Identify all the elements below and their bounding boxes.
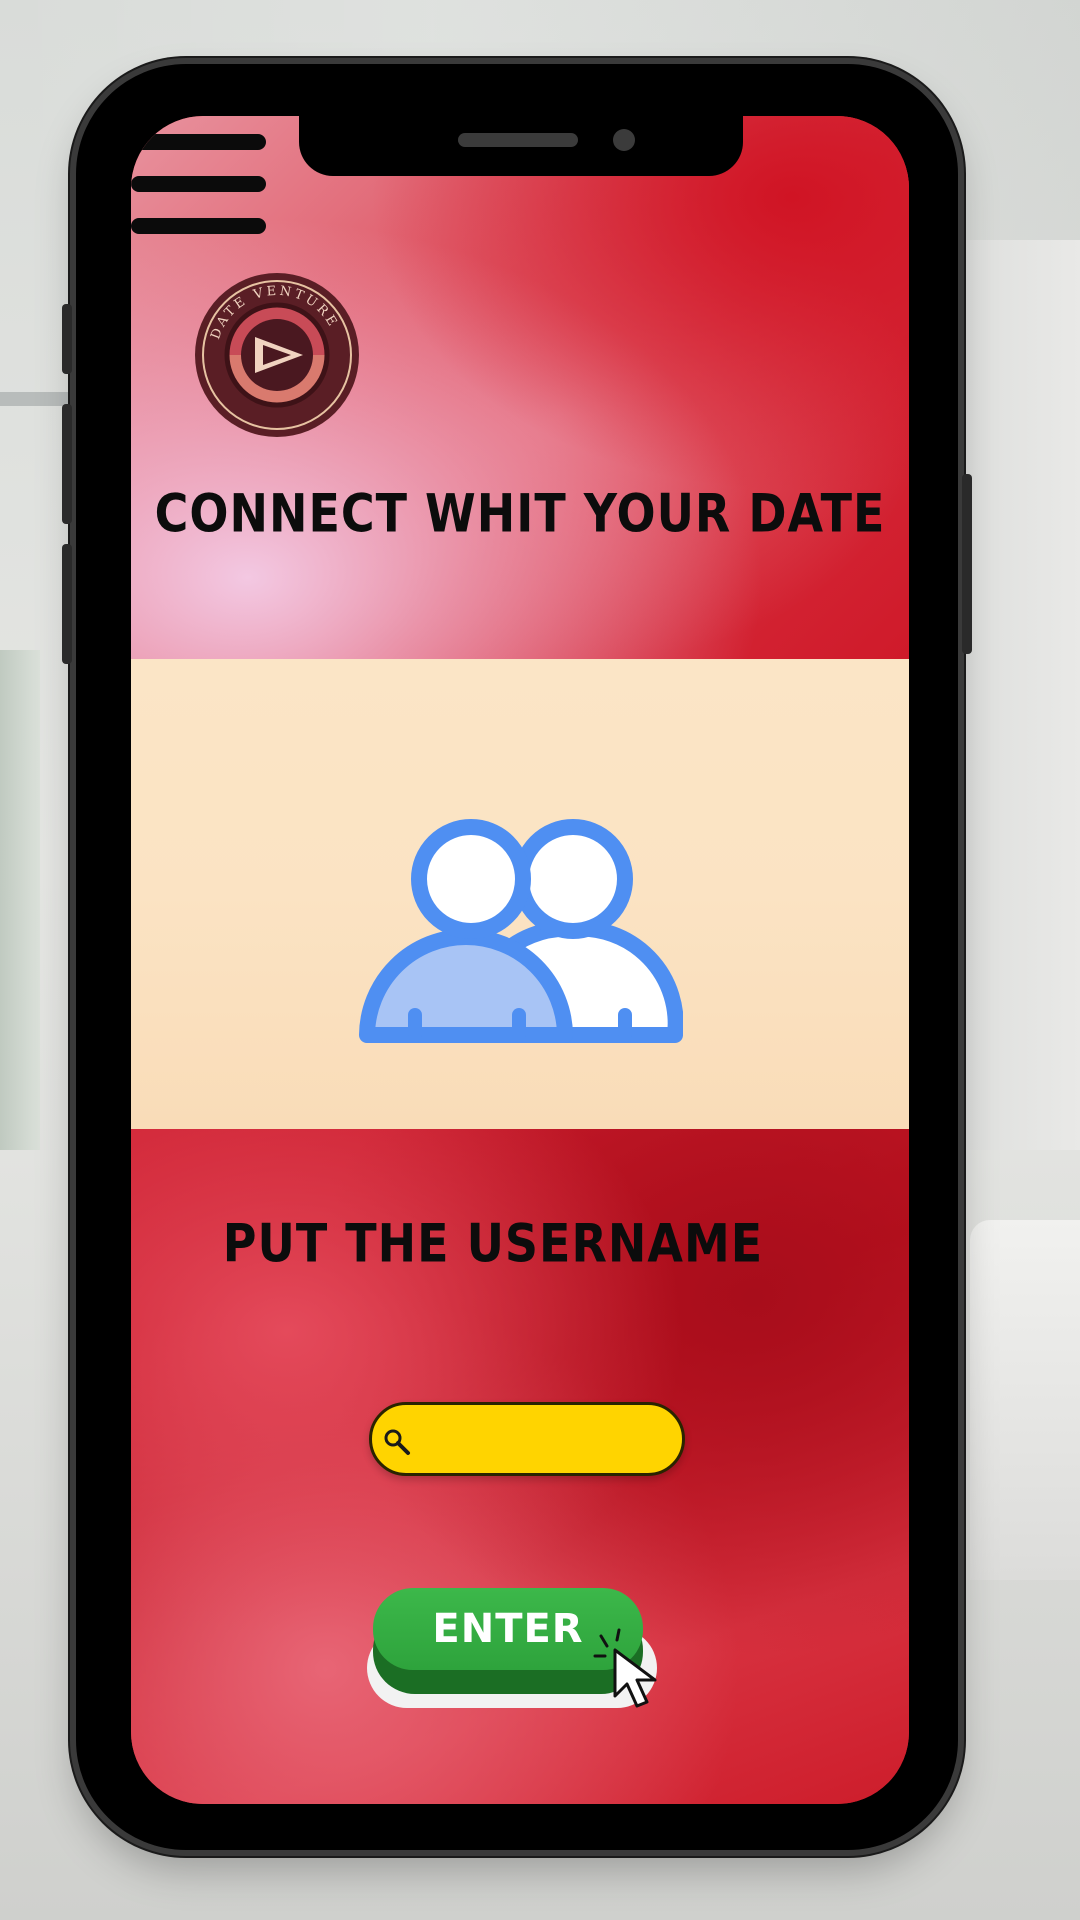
enter-button-group: ENTER [367,1588,697,1738]
phone-screen: DATE VENTURE CONNECT WHIT YOUR DATE PUT … [131,116,909,1804]
username-input[interactable] [422,1415,676,1465]
background-scene: DATE VENTURE CONNECT WHIT YOUR DATE PUT … [0,0,1080,1920]
phone-volume-down [62,544,72,664]
phone-frame: DATE VENTURE CONNECT WHIT YOUR DATE PUT … [62,64,972,1850]
people-icon [359,819,683,1043]
background-curtain [0,650,40,1160]
front-camera [613,129,635,151]
background-wall [960,240,1080,1220]
background-sofa [970,1220,1080,1580]
phone-notch [299,116,743,176]
date-venture-logo-icon: DATE VENTURE [195,273,359,437]
search-icon [384,1429,410,1455]
page-title: CONNECT WHIT YOUR DATE [154,481,886,545]
phone-power-button [962,474,972,654]
hamburger-menu-icon[interactable] [131,134,266,234]
phone-mute-switch [62,304,72,374]
username-prompt: PUT THE USERNAME [222,1211,764,1275]
phone-volume-up [62,404,72,524]
speaker-grille [458,133,578,147]
cursor-pointer-icon [593,1628,657,1708]
username-field[interactable] [369,1402,685,1476]
